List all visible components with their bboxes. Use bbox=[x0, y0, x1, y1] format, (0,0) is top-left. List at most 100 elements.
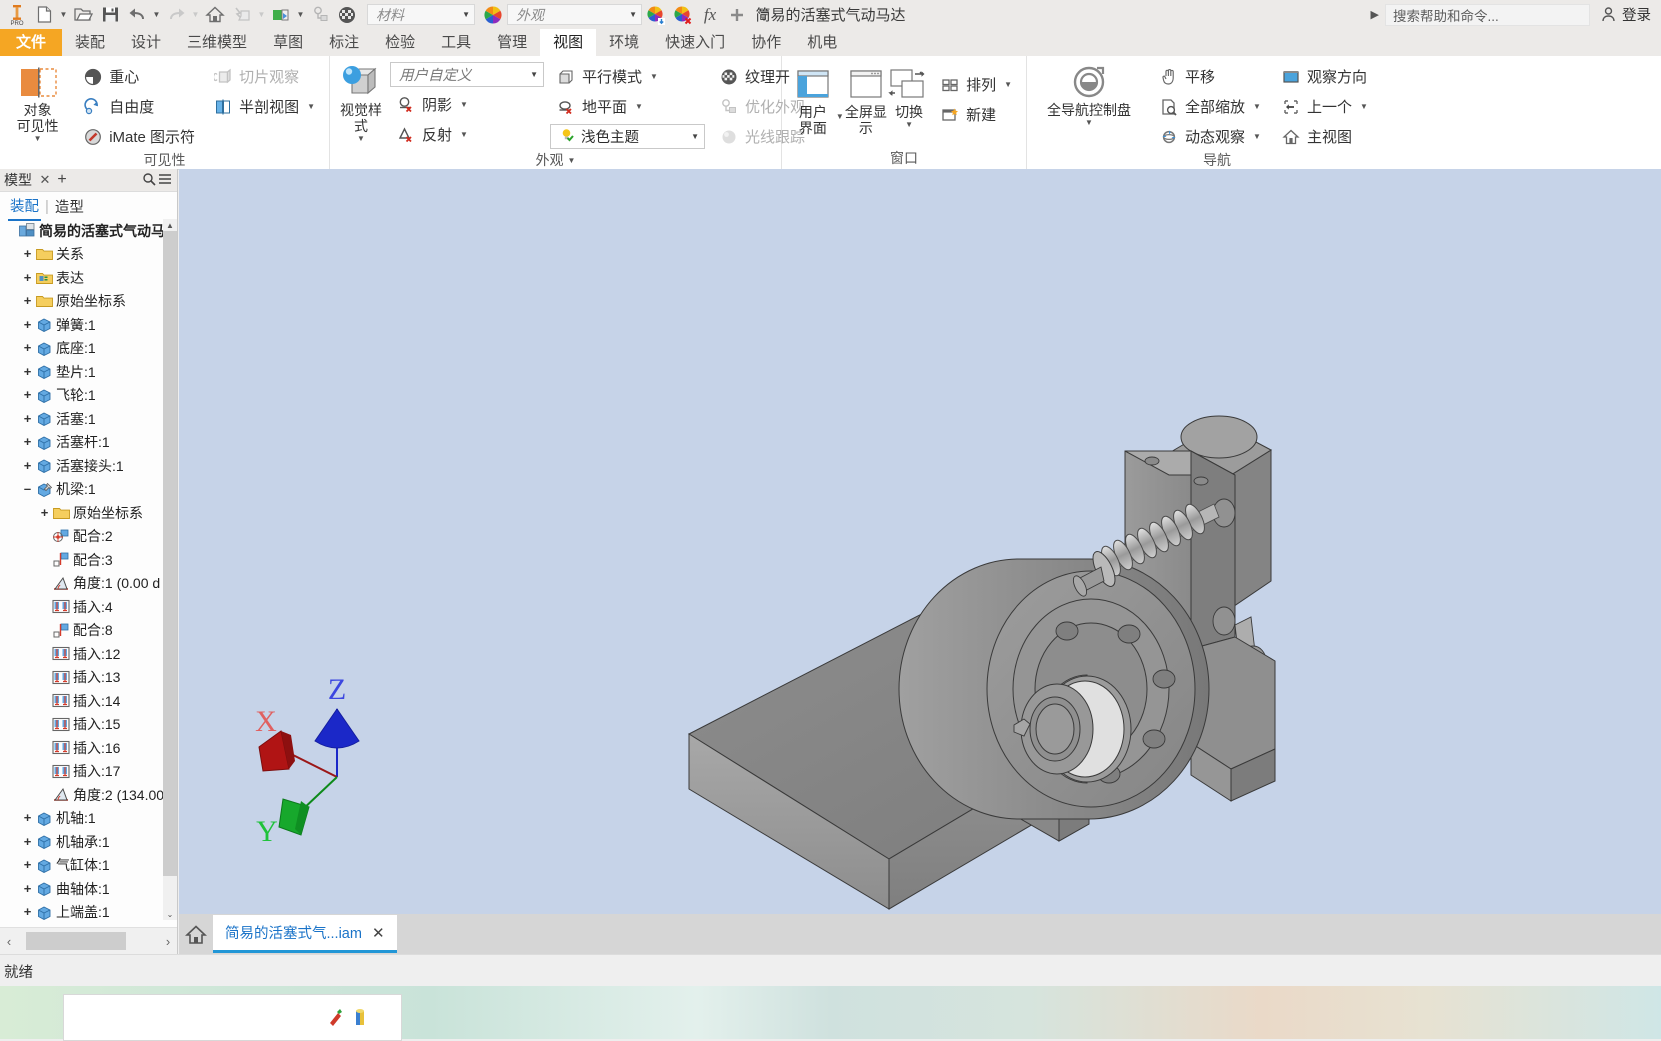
chevron-down-icon[interactable]: ▼ bbox=[1253, 132, 1261, 141]
tree-item[interactable]: + 原始坐标系 bbox=[0, 501, 177, 525]
view-direction-button[interactable]: 观察方向 bbox=[1275, 62, 1374, 91]
object-visibility-button[interactable]: 对象 可见性 ▼ bbox=[8, 62, 67, 143]
texture-icon[interactable] bbox=[334, 2, 360, 28]
expand-icon[interactable]: + bbox=[21, 412, 34, 425]
expand-icon[interactable]: + bbox=[21, 341, 34, 354]
tree-item[interactable]: 简易的活塞式气动马达⌃ bbox=[0, 219, 177, 243]
collapse-icon[interactable]: – bbox=[21, 482, 34, 495]
tree-item[interactable]: 插入:4 bbox=[0, 595, 177, 619]
close-icon[interactable]: ✕ bbox=[37, 172, 53, 188]
tree-item[interactable]: 角度:2 (134.00 bbox=[0, 783, 177, 807]
expand-icon[interactable]: + bbox=[21, 905, 34, 918]
center-of-gravity-button[interactable]: 重心 bbox=[77, 62, 201, 91]
ground-plane-button[interactable]: 地平面 ▼ bbox=[550, 92, 705, 121]
new-window-button[interactable]: 新建 bbox=[934, 100, 1018, 129]
document-tab[interactable]: 简易的活塞式气...iam ✕ bbox=[213, 915, 397, 953]
tree-item[interactable]: + 气缸体:1 bbox=[0, 854, 177, 878]
tree-item[interactable]: 配合:8 bbox=[0, 619, 177, 643]
home-view-button[interactable]: 主视图 bbox=[1275, 122, 1374, 151]
search-icon[interactable] bbox=[141, 172, 157, 189]
scroll-down-icon[interactable]: ⌄ bbox=[163, 908, 177, 920]
tab-view[interactable]: 视图 bbox=[540, 29, 597, 56]
graphics-viewport[interactable]: Z X Y bbox=[179, 169, 1661, 914]
parallel-view-button[interactable]: 平行模式 ▼ bbox=[550, 62, 705, 91]
scroll-left-icon[interactable]: ‹ bbox=[0, 934, 18, 949]
tree-item[interactable]: + 表达 bbox=[0, 266, 177, 290]
chevron-down-icon[interactable]: ▼ bbox=[568, 152, 576, 169]
expand-icon[interactable]: + bbox=[21, 365, 34, 378]
expand-icon[interactable]: + bbox=[21, 882, 34, 895]
panel-appearance-label[interactable]: 外观 ▼ bbox=[330, 151, 781, 169]
expand-icon[interactable]: + bbox=[21, 858, 34, 871]
close-icon[interactable]: ✕ bbox=[372, 924, 385, 942]
tab-3d-model[interactable]: 三维模型 bbox=[174, 29, 260, 56]
assembly-3d-model[interactable]: Z X Y bbox=[179, 169, 1661, 914]
expand-icon[interactable]: + bbox=[21, 811, 34, 824]
tree-item[interactable]: + 活塞接头:1 bbox=[0, 454, 177, 478]
clear-appearance-icon[interactable] bbox=[670, 2, 696, 28]
tree-item[interactable]: + 机轴承:1 bbox=[0, 830, 177, 854]
chevron-down-icon[interactable]: ▼ bbox=[460, 100, 468, 109]
sign-in-button[interactable]: 登录 bbox=[1596, 4, 1655, 25]
browser-horizontal-scrollbar[interactable]: ‹ › bbox=[0, 927, 177, 954]
expand-icon[interactable]: + bbox=[21, 294, 34, 307]
chevron-down-icon[interactable]: ▼ bbox=[836, 112, 844, 121]
tree-item[interactable]: + 弹簧:1 bbox=[0, 313, 177, 337]
tab-inspect[interactable]: 检验 bbox=[372, 29, 428, 56]
browser-subtab-assembly[interactable]: 装配 bbox=[8, 192, 41, 221]
half-section-view-button[interactable]: 半剖视图 ▼ bbox=[207, 92, 321, 121]
pan-button[interactable]: 平移 bbox=[1153, 62, 1267, 91]
tree-item[interactable]: 角度:1 (0.00 d bbox=[0, 572, 177, 596]
appearance-combo[interactable]: 外观 ▼ bbox=[507, 4, 642, 25]
appearance-color-wheel-icon[interactable] bbox=[480, 2, 506, 28]
tab-assemble[interactable]: 装配 bbox=[62, 29, 118, 56]
orbit-button[interactable]: 动态观察 ▼ bbox=[1153, 122, 1267, 151]
tree-item[interactable]: + 曲轴体:1 bbox=[0, 877, 177, 901]
degrees-of-freedom-button[interactable]: 自由度 bbox=[77, 92, 201, 121]
chevron-down-icon[interactable]: ▼ bbox=[1004, 80, 1012, 89]
h-scroll-thumb[interactable] bbox=[26, 932, 126, 950]
hamburger-icon[interactable] bbox=[157, 172, 173, 189]
tree-item[interactable]: 插入:16 bbox=[0, 736, 177, 760]
tree-item[interactable]: 插入:17 bbox=[0, 760, 177, 784]
search-expander-icon[interactable]: ▶ bbox=[1371, 8, 1379, 21]
reflection-button[interactable]: 反射 ▼ bbox=[390, 120, 544, 149]
undo-dropdown-icon[interactable]: ▼ bbox=[151, 2, 162, 28]
chevron-down-icon[interactable]: ▼ bbox=[34, 135, 42, 143]
chevron-down-icon[interactable]: ▼ bbox=[635, 102, 643, 111]
search-input[interactable]: 搜索帮助和命令... bbox=[1385, 3, 1590, 26]
steering-wheel-button[interactable]: 全导航控制盘 ▼ bbox=[1035, 62, 1143, 127]
tab-design[interactable]: 设计 bbox=[118, 29, 174, 56]
new-file-dropdown-icon[interactable]: ▼ bbox=[58, 2, 69, 28]
switch-window-button[interactable]: 切换 ▼ bbox=[888, 64, 930, 129]
theme-combo[interactable]: 浅色主题 ▼ bbox=[550, 124, 705, 149]
tab-electromechanical[interactable]: 机电 bbox=[794, 29, 850, 56]
tree-item[interactable]: + 飞轮:1 bbox=[0, 384, 177, 408]
add-to-qat-icon[interactable] bbox=[724, 2, 750, 28]
chevron-down-icon[interactable]: ▼ bbox=[460, 130, 468, 139]
expand-icon[interactable]: + bbox=[21, 318, 34, 331]
shadows-button[interactable]: 阴影 ▼ bbox=[390, 90, 544, 119]
tree-item[interactable]: 插入:12 bbox=[0, 642, 177, 666]
chevron-down-icon[interactable]: ▼ bbox=[357, 135, 365, 143]
chevron-down-icon[interactable]: ▼ bbox=[1085, 119, 1093, 127]
chevron-down-icon[interactable]: ▼ bbox=[1253, 102, 1261, 111]
tab-file[interactable]: 文件 bbox=[0, 29, 63, 56]
scroll-right-icon[interactable]: › bbox=[159, 934, 177, 949]
expand-icon[interactable]: + bbox=[21, 271, 34, 284]
browser-vertical-scrollbar[interactable]: ▲ ⌄ bbox=[163, 219, 177, 920]
model-tree[interactable]: 简易的活塞式气动马达⌃ + 关系 + 表达 + 原始坐标系 + 弹簧:1 + 底座:1 + 垫片:1 + 飞… bbox=[0, 219, 177, 920]
tree-item[interactable]: + 底座:1 bbox=[0, 337, 177, 361]
expand-icon[interactable]: + bbox=[21, 835, 34, 848]
full-screen-button[interactable]: 全屏显示 bbox=[844, 64, 888, 136]
tab-environments[interactable]: 环境 bbox=[596, 29, 652, 56]
imate-glyph-button[interactable]: iMate 图示符 bbox=[77, 122, 201, 151]
tab-manage[interactable]: 管理 bbox=[484, 29, 540, 56]
tree-item[interactable]: 插入:13 bbox=[0, 666, 177, 690]
chevron-down-icon[interactable]: ▼ bbox=[650, 72, 658, 81]
previous-view-button[interactable]: 上一个 ▼ bbox=[1275, 92, 1374, 121]
new-file-icon[interactable] bbox=[31, 2, 57, 28]
chevron-down-icon[interactable]: ▼ bbox=[1360, 102, 1368, 111]
tree-item[interactable]: + 上端盖:1 bbox=[0, 901, 177, 920]
visual-style-button[interactable]: 视觉样式 ▼ bbox=[338, 62, 384, 143]
